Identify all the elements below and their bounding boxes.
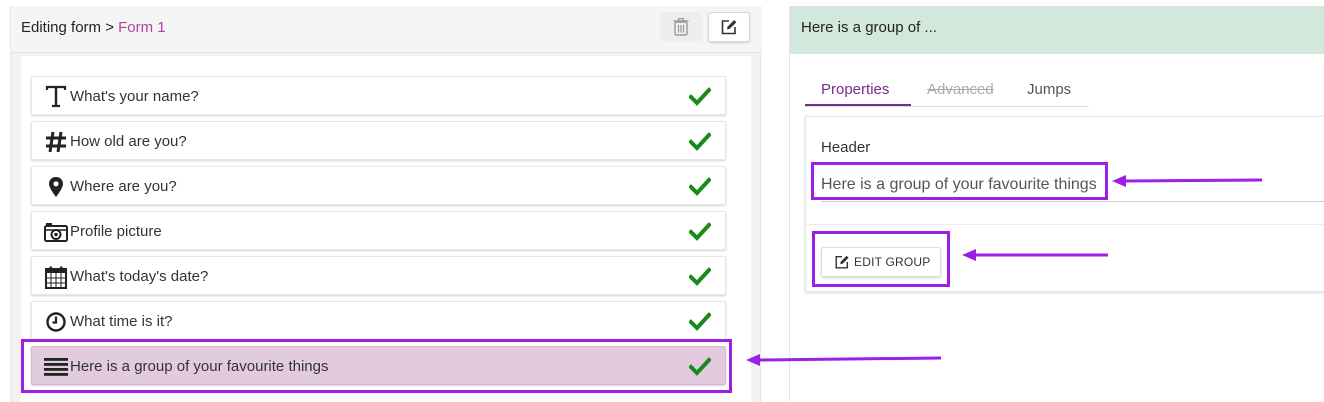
check-icon bbox=[689, 87, 711, 106]
header-field-label: Header bbox=[821, 139, 871, 156]
list-item[interactable]: How old are you? bbox=[31, 121, 726, 160]
breadcrumb-prefix: Editing form > bbox=[21, 19, 114, 36]
tab-properties[interactable]: Properties bbox=[821, 81, 889, 98]
edit-group-highlight bbox=[812, 231, 950, 287]
form-editor: Editing form > Form 1 What's your name? … bbox=[0, 0, 1324, 402]
list-item[interactable]: What time is it? bbox=[31, 301, 726, 340]
camera-icon bbox=[44, 220, 68, 244]
question-label: Where are you? bbox=[70, 178, 177, 195]
clock-icon bbox=[44, 310, 68, 334]
tab-jumps[interactable]: Jumps bbox=[1027, 81, 1071, 98]
check-icon bbox=[689, 312, 711, 331]
delete-button[interactable] bbox=[660, 12, 702, 42]
card-divider bbox=[806, 224, 1324, 225]
list-item[interactable]: What's today's date? bbox=[31, 256, 726, 295]
question-label: What time is it? bbox=[70, 313, 173, 330]
header-value-highlight bbox=[811, 162, 1108, 200]
edit-icon bbox=[721, 20, 737, 35]
list-item[interactable]: Profile picture bbox=[31, 211, 726, 250]
header-field-underline bbox=[821, 201, 1324, 202]
tab-advanced: Advanced bbox=[927, 81, 994, 98]
active-tab-indicator bbox=[805, 104, 911, 106]
calendar-icon bbox=[44, 265, 68, 289]
properties-header: Here is a group of ... bbox=[790, 6, 1324, 54]
question-label: How old are you? bbox=[70, 133, 187, 150]
check-icon bbox=[689, 177, 711, 196]
breadcrumb-form-name[interactable]: Form 1 bbox=[118, 19, 166, 36]
location-pin-icon bbox=[44, 175, 68, 199]
selected-row-highlight bbox=[21, 339, 732, 393]
form-outline-header: Editing form > Form 1 bbox=[11, 6, 762, 53]
properties-tabs: Properties Advanced Jumps bbox=[805, 76, 1089, 107]
properties-title: Here is a group of ... bbox=[801, 19, 937, 36]
question-label: Profile picture bbox=[70, 223, 162, 240]
breadcrumb: Editing form > Form 1 bbox=[21, 19, 166, 36]
check-icon bbox=[689, 267, 711, 286]
trash-icon bbox=[673, 18, 689, 36]
list-item[interactable]: What's your name? bbox=[31, 76, 726, 115]
question-label: What's your name? bbox=[70, 88, 199, 105]
list-item[interactable]: Where are you? bbox=[31, 166, 726, 205]
hash-icon bbox=[44, 130, 68, 154]
text-icon bbox=[44, 85, 68, 109]
properties-panel: Here is a group of ... Properties Advanc… bbox=[789, 6, 1324, 402]
edit-form-button[interactable] bbox=[708, 12, 750, 42]
check-icon bbox=[689, 132, 711, 151]
check-icon bbox=[689, 222, 711, 241]
question-label: What's today's date? bbox=[70, 268, 209, 285]
